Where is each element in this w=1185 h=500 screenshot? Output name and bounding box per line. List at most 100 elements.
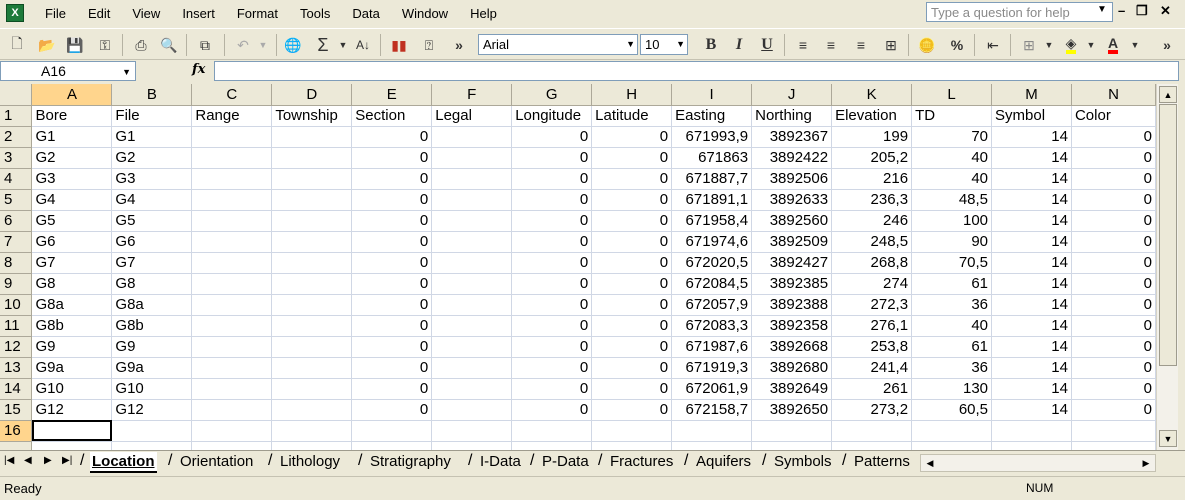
cell-e15[interactable]: 0: [351, 399, 433, 421]
excel-app-icon[interactable]: X: [6, 4, 24, 22]
bold-icon[interactable]: B: [700, 34, 722, 56]
cell-j3[interactable]: 3892422: [751, 147, 833, 169]
cell-f10[interactable]: [431, 294, 513, 316]
cell-n3[interactable]: 0: [1071, 147, 1156, 169]
copy-icon[interactable]: ⧉: [194, 34, 216, 56]
cell-c16[interactable]: [191, 420, 273, 442]
cell-k12[interactable]: 253,8: [831, 336, 913, 358]
hyperlink-icon[interactable]: 🌐: [282, 34, 304, 56]
cell-l2[interactable]: 70: [911, 126, 993, 148]
cell-h13[interactable]: 0: [591, 357, 673, 379]
cell-h11[interactable]: 0: [591, 315, 673, 337]
fill-color-icon[interactable]: ◈: [1060, 34, 1082, 56]
cell-k4[interactable]: 216: [831, 168, 913, 190]
cell-l15[interactable]: 60,5: [911, 399, 993, 421]
cell-m6[interactable]: 14: [991, 210, 1072, 232]
cell-d3[interactable]: [271, 147, 353, 169]
cell-n6[interactable]: 0: [1071, 210, 1156, 232]
cell-b12[interactable]: G9: [111, 336, 193, 358]
column-header-g[interactable]: G: [511, 84, 593, 106]
column-header-c[interactable]: C: [191, 84, 273, 106]
cell-b4[interactable]: G3: [111, 168, 193, 190]
cell-n2[interactable]: 0: [1071, 126, 1156, 148]
merge-center-icon[interactable]: ⊞: [880, 34, 902, 56]
print-preview-icon[interactable]: 🔍: [158, 34, 180, 56]
cell-c2[interactable]: [191, 126, 273, 148]
chevron-down-icon[interactable]: ▼: [122, 67, 131, 77]
last-sheet-icon[interactable]: ▶|: [62, 455, 72, 466]
first-sheet-icon[interactable]: |◀: [4, 455, 14, 466]
cell-n9[interactable]: 0: [1071, 273, 1156, 295]
cell-g13[interactable]: 0: [511, 357, 593, 379]
undo-icon[interactable]: ↶: [232, 34, 254, 56]
scroll-thumb[interactable]: [1159, 104, 1177, 366]
next-sheet-icon[interactable]: ▶: [44, 455, 52, 466]
cell-i4[interactable]: 671887,7: [671, 168, 753, 190]
cell-f14[interactable]: [431, 378, 513, 400]
cell-d13[interactable]: [271, 357, 353, 379]
cell-h16[interactable]: [591, 420, 673, 442]
cell-c5[interactable]: [191, 189, 273, 211]
cell-h9[interactable]: 0: [591, 273, 673, 295]
cell-c12[interactable]: [191, 336, 273, 358]
help-question-input[interactable]: Type a question for help: [926, 2, 1113, 22]
menu-file[interactable]: File: [34, 6, 77, 21]
cell-a7[interactable]: G6: [31, 231, 113, 253]
cell-b17[interactable]: [111, 441, 193, 450]
cell-j11[interactable]: 3892358: [751, 315, 833, 337]
cell-a14[interactable]: G10: [31, 378, 113, 400]
column-header-k[interactable]: K: [831, 84, 913, 106]
cell-k3[interactable]: 205,2: [831, 147, 913, 169]
cell-n5[interactable]: 0: [1071, 189, 1156, 211]
cell-b15[interactable]: G12: [111, 399, 193, 421]
font-name-select[interactable]: Arial ▼: [478, 34, 638, 55]
print-icon[interactable]: ⎙: [130, 34, 152, 56]
cell-i1[interactable]: Easting: [671, 105, 753, 127]
cell-c3[interactable]: [191, 147, 273, 169]
cell-a1[interactable]: Bore: [31, 105, 113, 127]
cell-m5[interactable]: 14: [991, 189, 1072, 211]
cell-l4[interactable]: 40: [911, 168, 993, 190]
cell-d6[interactable]: [271, 210, 353, 232]
cell-m7[interactable]: 14: [991, 231, 1072, 253]
cell-a17[interactable]: [31, 441, 113, 450]
cell-m17[interactable]: [991, 441, 1072, 450]
cell-d5[interactable]: [271, 189, 353, 211]
column-header-i[interactable]: I: [671, 84, 753, 106]
sheet-tab-fractures[interactable]: Fractures: [608, 452, 675, 473]
cell-m12[interactable]: 14: [991, 336, 1072, 358]
cell-n16[interactable]: [1071, 420, 1156, 442]
cell-g6[interactable]: 0: [511, 210, 593, 232]
cell-k2[interactable]: 199: [831, 126, 913, 148]
cell-b5[interactable]: G4: [111, 189, 193, 211]
cell-i7[interactable]: 671974,6: [671, 231, 753, 253]
currency-icon[interactable]: 🪙: [916, 34, 938, 56]
cell-g3[interactable]: 0: [511, 147, 593, 169]
column-header-j[interactable]: J: [751, 84, 833, 106]
cell-n12[interactable]: 0: [1071, 336, 1156, 358]
cell-c6[interactable]: [191, 210, 273, 232]
cell-f3[interactable]: [431, 147, 513, 169]
underline-icon[interactable]: U: [756, 34, 778, 56]
cell-h2[interactable]: 0: [591, 126, 673, 148]
row-header[interactable]: 9: [0, 273, 33, 295]
scroll-left-icon[interactable]: ◀: [922, 456, 938, 470]
cell-e10[interactable]: 0: [351, 294, 433, 316]
cell-g9[interactable]: 0: [511, 273, 593, 295]
column-header-h[interactable]: H: [591, 84, 673, 106]
cell-e1[interactable]: Section: [351, 105, 433, 127]
menu-window[interactable]: Window: [391, 6, 459, 21]
cell-a3[interactable]: G2: [31, 147, 113, 169]
cell-m14[interactable]: 14: [991, 378, 1072, 400]
cell-g16[interactable]: [511, 420, 593, 442]
cell-k11[interactable]: 276,1: [831, 315, 913, 337]
cell-a10[interactable]: G8a: [31, 294, 113, 316]
cell-a15[interactable]: G12: [31, 399, 113, 421]
chart-wizard-icon[interactable]: ▮▮: [388, 34, 410, 56]
cell-j14[interactable]: 3892649: [751, 378, 833, 400]
cell-h8[interactable]: 0: [591, 252, 673, 274]
menu-tools[interactable]: Tools: [289, 6, 341, 21]
scroll-up-icon[interactable]: ▲: [1159, 86, 1177, 103]
cell-g8[interactable]: 0: [511, 252, 593, 274]
open-folder-icon[interactable]: 📂: [36, 34, 58, 56]
